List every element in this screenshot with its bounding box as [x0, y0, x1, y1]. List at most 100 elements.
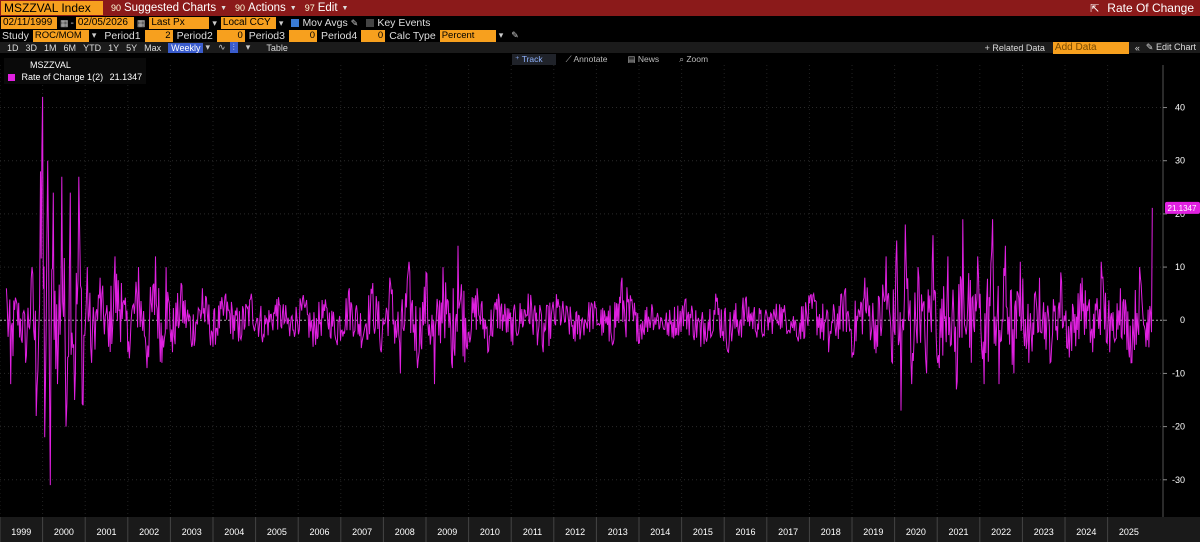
- x-tick-label: 2005: [267, 527, 287, 537]
- dropdown-arrow-icon[interactable]: ▾: [212, 18, 217, 29]
- timeframe-1y[interactable]: 1Y: [108, 43, 119, 53]
- period1-label: Period1: [104, 29, 141, 42]
- y-tick-label: 30: [1175, 156, 1185, 166]
- dropdown-arrow-icon[interactable]: ▾: [92, 30, 97, 41]
- dropdown-arrow-icon: ▼: [220, 4, 228, 12]
- x-tick-label: 2015: [693, 527, 713, 537]
- actions-number: 90: [235, 3, 246, 13]
- legend-series-value: 21.1347: [109, 72, 143, 82]
- x-axis-band: [0, 517, 1200, 542]
- pencil-icon[interactable]: ✎: [511, 30, 519, 41]
- x-tick-label: 2011: [523, 527, 542, 537]
- news-label: News: [637, 54, 660, 64]
- top-toolbar: MSZZVAL Index 90 Suggested Charts ▼ 90 A…: [0, 0, 1200, 16]
- x-tick-label: 2013: [608, 527, 628, 537]
- period2-field[interactable]: 0: [216, 29, 245, 42]
- study-row: Study ROC/MOM ▾ Period1 2 Period2 0 Peri…: [0, 29, 1200, 42]
- chart-toolbar: ⁺ Track ⟋ Annotate ▤ News ⌕ Zoom: [512, 54, 728, 65]
- pencil-icon[interactable]: ✎: [351, 18, 359, 29]
- y-tick-label: 40: [1175, 103, 1185, 113]
- x-tick-label: 2014: [650, 527, 670, 537]
- x-tick-label: 2001: [96, 527, 116, 537]
- timeframe-5y[interactable]: 5Y: [126, 43, 137, 53]
- line-chart-icon[interactable]: ∿: [218, 42, 226, 53]
- external-link-icon[interactable]: ⇱: [1090, 2, 1099, 15]
- x-tick-label: 1999: [11, 527, 31, 537]
- timeframe-ytd[interactable]: YTD: [83, 43, 101, 53]
- y-tick-label: 0: [1180, 315, 1185, 325]
- timeframe-6m[interactable]: 6M: [64, 43, 77, 53]
- edit-chart-label: Edit Chart: [1155, 42, 1196, 52]
- related-data-button[interactable]: + Related Data: [985, 43, 1045, 53]
- frequency-select[interactable]: Weekly: [168, 42, 204, 53]
- table-button[interactable]: Table: [266, 43, 288, 53]
- x-tick-label: 2006: [309, 527, 329, 537]
- window-title-label: Rate Of Change: [1107, 1, 1194, 15]
- mov-avgs-checkbox[interactable]: [291, 19, 300, 27]
- edit-label: Edit: [317, 2, 338, 14]
- x-tick-label: 2004: [224, 527, 244, 537]
- suggested-charts-button[interactable]: 90 Suggested Charts ▼: [111, 2, 227, 14]
- edit-chart-button[interactable]: ✎ Edit Chart: [1146, 42, 1196, 53]
- period4-label: Period4: [321, 29, 358, 42]
- currency-select[interactable]: Local CCY: [220, 17, 276, 29]
- x-tick-label: 2017: [778, 527, 798, 537]
- mov-avgs-label: Mov Avgs: [302, 17, 348, 29]
- annotate-button[interactable]: ⟋ Annotate: [566, 54, 618, 65]
- calc-type-select[interactable]: Percent: [439, 29, 496, 42]
- timeframe-1d[interactable]: 1D: [7, 43, 19, 53]
- add-data-input[interactable]: Add Data: [1052, 41, 1129, 54]
- actions-label: Actions: [248, 2, 286, 14]
- ticker-field[interactable]: MSZZVAL Index: [1, 1, 103, 15]
- legend-header: MSZZVAL: [30, 60, 71, 70]
- timeframe-max[interactable]: Max: [144, 43, 161, 53]
- study-label: Study: [2, 29, 29, 42]
- start-date-field[interactable]: 02/11/1999: [1, 17, 57, 29]
- dropdown-arrow-icon: ▼: [289, 4, 297, 12]
- dropdown-arrow-icon: ▼: [341, 4, 349, 12]
- x-tick-label: 2002: [139, 527, 159, 537]
- price-field-select[interactable]: Last Px: [149, 17, 210, 29]
- x-tick-label: 2020: [906, 527, 926, 537]
- dropdown-arrow-icon[interactable]: ▾: [246, 42, 251, 53]
- chart-area[interactable]: 40 30 2010 0 -10 -20 -30 1999 2000 2001 2002 2003 20…: [0, 65, 1200, 542]
- actions-button[interactable]: 90 Actions ▼: [235, 2, 297, 14]
- x-tick-label: 2023: [1034, 527, 1054, 537]
- zoom-button[interactable]: ⌕ Zoom: [679, 54, 718, 65]
- news-button[interactable]: ▤ News: [628, 54, 670, 65]
- study-select[interactable]: ROC/MOM: [32, 29, 89, 42]
- annotate-label: Annotate: [573, 54, 608, 64]
- zoom-label: Zoom: [686, 54, 709, 64]
- x-tick-label: 2009: [437, 527, 457, 537]
- timeframe-1m[interactable]: 1M: [44, 43, 57, 53]
- end-date-field[interactable]: 02/05/2026: [75, 17, 134, 29]
- chart-type-icon[interactable]: ⫶: [229, 42, 238, 53]
- key-events-label: Key Events: [377, 17, 431, 29]
- period1-field[interactable]: 2: [144, 29, 173, 42]
- dropdown-arrow-icon[interactable]: ▾: [205, 42, 210, 53]
- period4-field[interactable]: 0: [361, 29, 386, 42]
- edit-button[interactable]: 97 Edit ▼: [305, 2, 349, 14]
- x-tick-label: 2008: [395, 527, 415, 537]
- period3-field[interactable]: 0: [289, 29, 317, 42]
- dropdown-arrow-icon[interactable]: ▾: [279, 18, 284, 29]
- legend-swatch: [8, 74, 15, 82]
- x-tick-label: 2025: [1119, 527, 1139, 537]
- key-events-checkbox[interactable]: [366, 19, 375, 27]
- calendar-icon[interactable]: ▦: [60, 18, 69, 29]
- x-tick-label: 2021: [949, 527, 969, 537]
- collapse-icon[interactable]: «: [1135, 43, 1140, 53]
- y-tick-label: -20: [1172, 422, 1185, 432]
- track-button[interactable]: ⁺ Track: [512, 54, 556, 65]
- date-range-row: 02/11/1999 ▦ - 02/05/2026 ▦ Last Px ▾ Lo…: [1, 17, 431, 29]
- track-label: Track: [521, 54, 543, 64]
- x-tick-label: 2012: [565, 527, 585, 537]
- x-tick-label: 2024: [1076, 527, 1096, 537]
- period3-label: Period3: [248, 29, 285, 42]
- x-tick-label: 2003: [182, 527, 202, 537]
- calendar-icon[interactable]: ▦: [137, 18, 146, 29]
- timeframe-3d[interactable]: 3D: [26, 43, 38, 53]
- x-tick-label: 2019: [863, 527, 883, 537]
- dropdown-arrow-icon[interactable]: ▾: [499, 30, 504, 41]
- x-tick-label: 2000: [54, 527, 74, 537]
